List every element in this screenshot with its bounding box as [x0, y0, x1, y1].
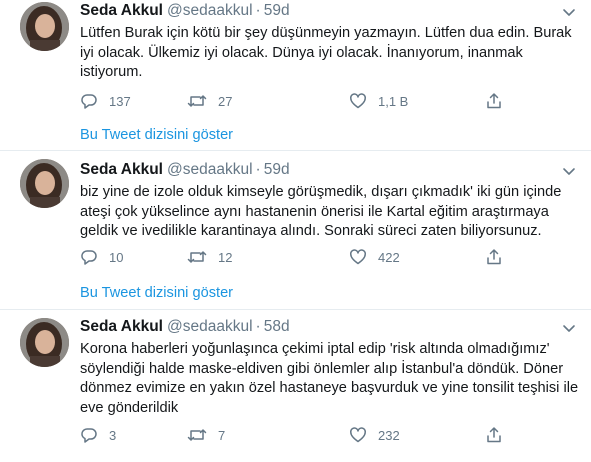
tweet-header: Seda Akkul @sedaakkul · 59d [80, 2, 290, 20]
tweet-header: Seda Akkul @sedaakkul · 58d [80, 318, 290, 336]
avatar-image [20, 159, 69, 208]
tweet-2[interactable]: Seda Akkul @sedaakkul · 59d biz yine de izo… [0, 151, 591, 305]
reply-icon [81, 428, 97, 443]
tweet-actions: 10 12 422 [80, 248, 510, 268]
like-icon [350, 93, 366, 109]
tweet-actions: 3 7 232 [80, 426, 510, 446]
share-button[interactable] [485, 248, 503, 266]
share-icon [487, 427, 501, 443]
retweet-icon [187, 429, 207, 441]
display-name[interactable]: Seda Akkul [80, 2, 163, 19]
display-name[interactable]: Seda Akkul [80, 318, 163, 335]
like-icon [350, 427, 366, 443]
reply-button[interactable]: 10 [80, 248, 123, 266]
like-count: 422 [378, 249, 400, 265]
retweet-icon [187, 251, 207, 263]
share-button[interactable] [485, 92, 503, 110]
tweet-age[interactable]: 58d [264, 318, 290, 335]
reply-count: 10 [109, 249, 124, 265]
like-icon [350, 249, 366, 265]
separator-dot: · [255, 2, 261, 19]
avatar[interactable] [20, 2, 69, 51]
retweet-icon [187, 95, 207, 107]
caret-down-icon[interactable] [561, 320, 577, 336]
retweet-button[interactable]: 12 [187, 248, 232, 266]
tweet-age[interactable]: 59d [264, 161, 290, 178]
avatar-image [20, 318, 69, 367]
show-thread-link[interactable]: Bu Tweet dizisini göster [80, 126, 233, 144]
avatar-image [20, 2, 69, 51]
reply-icon [81, 94, 97, 109]
like-count: 232 [378, 427, 400, 443]
tweet-age[interactable]: 59d [264, 2, 290, 19]
retweet-count: 7 [218, 427, 226, 443]
share-icon [487, 93, 501, 109]
handle[interactable]: @sedaakkul [167, 318, 253, 335]
separator-dot: · [255, 318, 261, 335]
tweet-3[interactable]: Seda Akkul @sedaakkul · 58d Korona haberler… [0, 310, 591, 462]
share-button[interactable] [485, 426, 503, 444]
retweet-button[interactable]: 27 [187, 92, 232, 110]
reply-button[interactable]: 137 [80, 92, 131, 110]
tweet-text: Lütfen Burak için kötü bir şey düşünmeyi… [80, 25, 572, 80]
show-thread-link[interactable]: Bu Tweet dizisini göster [80, 284, 233, 302]
like-button[interactable]: 1,1 B [349, 92, 408, 110]
like-button[interactable]: 422 [349, 248, 400, 266]
caret-down-icon[interactable] [561, 4, 577, 20]
like-button[interactable]: 232 [349, 426, 400, 444]
display-name[interactable]: Seda Akkul [80, 161, 163, 178]
tweet-header: Seda Akkul @sedaakkul · 59d [80, 161, 290, 179]
reply-icon [81, 250, 97, 265]
tweet-text: Korona haberleri yoğunlaşınca çekimi ipt… [80, 341, 579, 416]
like-count: 1,1 B [378, 93, 409, 109]
retweet-button[interactable]: 7 [187, 426, 225, 444]
handle[interactable]: @sedaakkul [167, 2, 253, 19]
tweet-actions: 137 27 1,1 B [80, 92, 510, 112]
reply-button[interactable]: 3 [80, 426, 116, 444]
retweet-count: 27 [218, 93, 233, 109]
separator-dot: · [255, 161, 261, 178]
retweet-count: 12 [218, 249, 233, 265]
avatar[interactable] [20, 318, 69, 367]
avatar[interactable] [20, 159, 69, 208]
share-icon [487, 249, 501, 265]
handle[interactable]: @sedaakkul [167, 161, 253, 178]
tweet-1[interactable]: Seda Akkul @sedaakkul · 59d Lütfen Burak iç… [0, 0, 591, 154]
reply-count: 3 [109, 427, 117, 443]
reply-count: 137 [109, 93, 131, 109]
tweet-text: biz yine de izole olduk kimseyle görüşme… [80, 184, 562, 239]
caret-down-icon[interactable] [561, 163, 577, 179]
